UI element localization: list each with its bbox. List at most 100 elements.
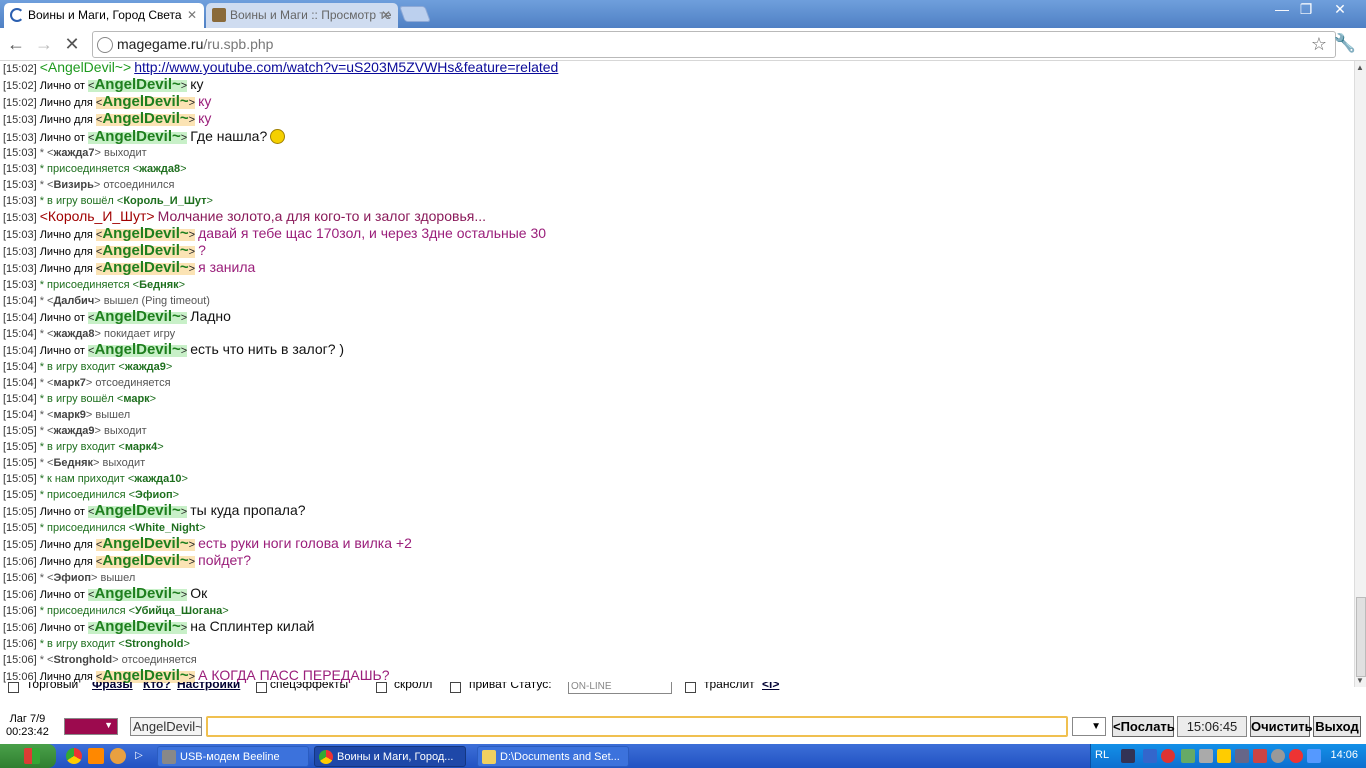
task-browser[interactable]: Воины и Маги, Город... [314,746,466,767]
system-nick[interactable]: жажда9 [53,425,94,437]
sender-nick[interactable]: <AngelDevil~> [95,260,196,275]
nick-text: AngelDevil~ [94,502,181,519]
system-nick[interactable]: жажда8 [53,328,94,340]
clear-button[interactable]: Очистить [1250,716,1313,737]
system-nick[interactable]: Король_И_Шут [123,195,206,207]
chat-line: [15:05] * <жажда9> выходит [3,424,147,438]
task-explorer[interactable]: D:\Documents and Set... [477,746,629,767]
close-window-icon[interactable]: ✕ [1326,1,1354,17]
system-nick[interactable]: Эфиоп [53,572,91,584]
target-select[interactable]: ▼ [1072,717,1106,736]
system-message: * в игру входит <жажда9> [40,361,173,373]
task-usb-modem[interactable]: USB-модем Beeline [157,746,309,767]
more-quicklaunch-icon[interactable]: ▷ [135,748,145,764]
sync-icon[interactable] [1181,749,1195,763]
scroll-thumb[interactable] [1356,597,1366,677]
sender-nick[interactable]: <AngelDevil~> [88,503,188,518]
tab-active[interactable]: Воины и Маги, Город Света ✕ [4,3,204,28]
system-nick[interactable]: Эфиоп [135,489,173,501]
firefox-icon[interactable] [110,748,126,764]
address-bar[interactable]: magegame.ru/ru.spb.php ☆ [92,31,1336,58]
scroll-up-icon[interactable]: ▲ [1356,63,1364,72]
sender-nick[interactable]: <AngelDevil~> [95,553,196,568]
stop-icon[interactable]: ✕ [60,32,84,56]
system-nick[interactable]: Stronghold [125,638,184,650]
sender-nick[interactable]: <Король_И_Шут> [40,208,155,224]
opera-icon[interactable] [1161,749,1175,763]
message-input[interactable] [206,716,1068,737]
tab-inactive[interactable]: Воины и Маги :: Просмотр те ✕ [206,3,398,28]
system-nick[interactable]: Визирь [53,179,93,191]
phrases-link[interactable]: Фразы [92,682,133,690]
display-icon[interactable] [1307,749,1321,763]
usb-icon[interactable] [1143,749,1157,763]
sender-nick[interactable]: <AngelDevil~> [40,61,131,75]
sender-nick[interactable]: <AngelDevil~> [95,243,196,258]
sender-nick[interactable]: <AngelDevil~> [88,129,188,144]
system-nick[interactable]: Далбич [53,295,94,307]
wrench-icon[interactable]: 🔧 [1334,33,1356,54]
private-checkbox[interactable] [450,682,461,693]
system-nick[interactable]: Убийца_Шогана [135,605,222,617]
trade-checkbox[interactable] [8,682,19,693]
sender-nick[interactable]: <AngelDevil~> [88,342,188,357]
system-nick[interactable]: жажда7 [53,147,94,159]
language-indicator[interactable]: RL [1095,749,1109,761]
system-nick[interactable]: Бедняк [139,279,179,291]
message-text: Ок [190,585,208,601]
system-nick[interactable]: жажда8 [139,163,180,175]
sender-nick[interactable]: <AngelDevil~> [88,77,188,92]
alert-icon[interactable] [1289,749,1303,763]
effects-checkbox[interactable] [256,682,267,693]
close-tab-icon[interactable]: ✕ [381,3,391,27]
chrome-icon[interactable] [66,748,82,764]
sender-nick[interactable]: <AngelDevil~> [88,586,188,601]
exit-button[interactable]: Выход [1313,716,1361,737]
forward-icon[interactable]: → [32,32,56,56]
system-nick[interactable]: марк4 [125,441,157,453]
system-nick[interactable]: Бедняк [53,457,93,469]
who-link[interactable]: Кто? [143,682,171,690]
new-tab-button[interactable] [399,6,431,22]
sender-nick[interactable]: <AngelDevil~> [95,111,196,126]
sender-nick[interactable]: <AngelDevil~> [95,226,196,241]
printer-icon[interactable] [1199,749,1213,763]
status-select[interactable]: ON-LINE [568,682,672,694]
monitor-icon[interactable] [1235,749,1249,763]
translit-help-link[interactable]: <i> [762,682,779,690]
network-icon[interactable] [1121,749,1135,763]
system-nick[interactable]: Stronghold [53,654,112,666]
system-nick[interactable]: марк7 [53,377,85,389]
nick-field[interactable]: AngelDevil~ [130,717,202,736]
translit-checkbox[interactable] [685,682,696,693]
chat-line: [15:03] * присоединяется <Бедняк> [3,278,185,292]
sender-nick[interactable]: <AngelDevil~> [95,536,196,551]
vlc-icon[interactable] [88,748,104,764]
restore-icon[interactable]: ❐ [1292,1,1320,17]
system-nick[interactable]: White_Night [135,522,199,534]
chat-scrollbar[interactable]: ▲ ▼ [1354,61,1366,687]
scroll-down-icon[interactable]: ▼ [1356,676,1364,685]
system-nick[interactable]: жажда9 [125,361,166,373]
system-nick[interactable]: жажда10 [134,473,181,485]
settings-link[interactable]: Настройки [177,682,240,690]
system-nick[interactable]: марк9 [53,409,85,421]
volume-icon[interactable] [1271,749,1285,763]
message-link[interactable]: http://www.youtube.com/watch?v=uS203M5ZV… [134,61,558,75]
sender-nick[interactable]: <AngelDevil~> [95,94,196,109]
color-select[interactable]: ▼ [64,718,118,735]
start-button[interactable] [0,744,56,768]
system-nick[interactable]: марк [123,393,149,405]
bookmark-star-icon[interactable]: ☆ [1311,34,1327,55]
sender-nick[interactable]: <AngelDevil~> [88,309,188,324]
folder-icon [482,750,496,764]
back-icon[interactable]: ← [4,32,28,56]
system-message: * <Stronghold> отсоединяется [40,654,197,666]
close-tab-icon[interactable]: ✕ [187,3,197,27]
send-button[interactable]: <Послать [1112,716,1175,737]
timestamp: [15:05] [3,425,37,437]
shield-icon[interactable] [1217,749,1231,763]
sender-nick[interactable]: <AngelDevil~> [88,619,188,634]
scroll-checkbox[interactable] [376,682,387,693]
antivirus-icon[interactable] [1253,749,1267,763]
